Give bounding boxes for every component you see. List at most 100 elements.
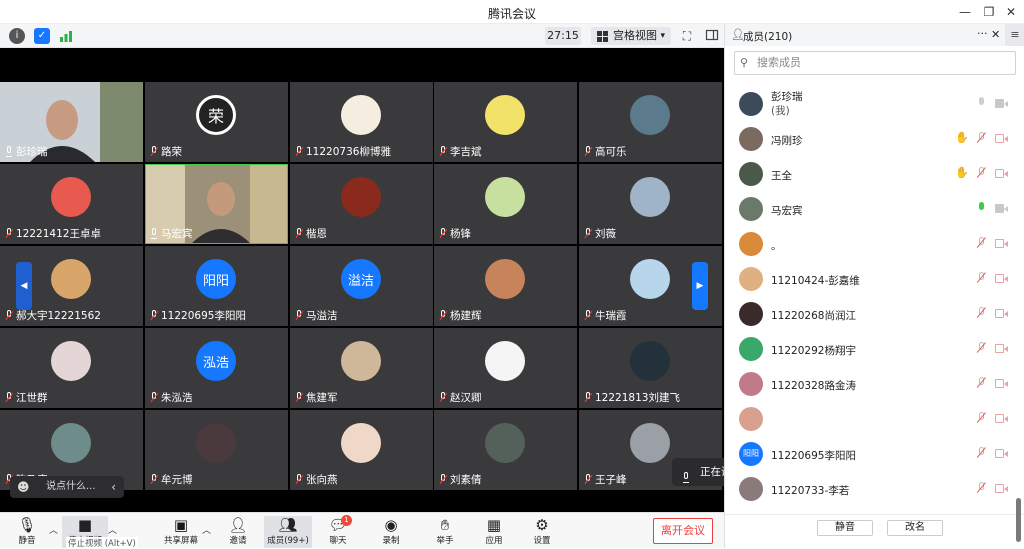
video-options-chevron[interactable]: ︿ [108,523,117,536]
raised-hand-icon: ✋ [955,166,969,179]
mute-button[interactable]: 🎙︎ 静音 [5,516,49,548]
microphone-muted-icon[interactable] [977,447,986,460]
microphone-muted-icon[interactable] [977,132,986,145]
participant-avatar [341,341,381,381]
microphone-muted-icon[interactable] [977,237,986,250]
microphone-muted-icon[interactable] [977,377,986,390]
participant-tile[interactable]: 阳阳 11220695李阳阳 [145,246,288,326]
participant-tile[interactable]: 12221813刘建飞 [579,328,722,408]
participant-tile[interactable]: 赵汉卿 [434,328,577,408]
collapse-chat-icon[interactable]: ‹ [111,476,116,498]
leave-meeting-button[interactable]: 离开会议 [653,518,713,544]
emoji-icon[interactable]: ☻ [17,476,30,498]
info-icon[interactable]: i [9,28,25,44]
microphone-muted-icon[interactable] [977,272,986,285]
camera-off-icon[interactable] [995,274,1009,283]
member-search-input[interactable]: ⚲ 搜索成员 [734,51,1016,75]
participant-tile[interactable]: 11220736柳博雅 [290,82,433,162]
share-options-chevron[interactable]: ︿ [202,523,211,536]
participant-tile[interactable]: 楷恩 [290,164,433,244]
camera-off-icon[interactable] [995,379,1009,388]
close-panel-icon[interactable]: ✕ [991,28,1000,41]
microphone-icon[interactable] [977,202,986,215]
microphone-muted-icon[interactable] [977,342,986,355]
restore-button[interactable]: ❐ [980,3,998,21]
camera-icon[interactable] [995,99,1009,108]
member-list-scrollbar[interactable] [1016,498,1021,542]
participant-name: 12221813刘建飞 [584,390,680,405]
apps-button[interactable]: ▦ 应用 [472,516,516,548]
member-name-text: 11220733-李若 [771,485,850,497]
camera-off-icon[interactable] [995,309,1009,318]
microphone-muted-icon[interactable] [977,167,986,180]
previous-page-button[interactable]: ◀ [16,262,32,310]
rename-button[interactable]: 改名 [887,520,943,536]
participant-tile[interactable]: 12221412王卓卓 [0,164,143,244]
participant-tile[interactable]: 牟元博 [145,410,288,490]
camera-icon[interactable] [995,204,1009,213]
microphone-muted-icon[interactable] [977,307,986,320]
camera-off-icon[interactable] [995,239,1009,248]
member-list-item[interactable] [725,402,1015,437]
record-button[interactable]: ◉ 录制 [369,516,413,548]
member-name-text: 马宏宾 [771,205,803,217]
participant-tile[interactable]: 杨建辉 [434,246,577,326]
mute-all-button[interactable]: 静音 [817,520,873,536]
member-list-item[interactable]: 11220328路金涛 [725,367,1015,402]
invite-button[interactable]: 👤︎ 邀请 [216,516,260,548]
minimize-button[interactable]: — [956,3,974,21]
members-button[interactable]: 👥︎ 成员(99+) [264,516,312,548]
share-screen-button[interactable]: ▣ 共享屏幕 [159,516,203,548]
member-list-item[interactable]: 马宏宾 [725,192,1015,227]
participant-tile[interactable]: 李吉斌 [434,82,577,162]
member-list-item[interactable]: 阳阳 11220695李阳阳 [725,437,1015,472]
participant-tile[interactable]: 马宏宾 [145,164,288,244]
raise-hand-button[interactable]: ✋︎ 举手 [423,516,467,548]
panel-menu-icon[interactable]: ≡ [1005,24,1024,46]
camera-off-icon[interactable] [995,414,1009,423]
camera-off-icon[interactable] [995,449,1009,458]
participant-tile[interactable]: 高可乐 [579,82,722,162]
microphone-icon[interactable] [977,97,986,110]
mute-options-chevron[interactable]: ︿ [49,523,58,536]
camera-off-icon[interactable] [995,344,1009,353]
chat-button[interactable]: 💬︎ 聊天 1 [316,515,360,548]
settings-button[interactable]: ⚙ 设置 [520,516,564,548]
layout-view-dropdown[interactable]: 宫格视图 ▾ [591,27,671,45]
sidebar-toggle-icon[interactable] [704,28,720,44]
close-window-button[interactable]: ✕ [1002,3,1020,21]
participant-avatar: 泓浩 [196,341,236,381]
member-list-item[interactable]: 11210424-彭嘉维 [725,262,1015,297]
member-list-item[interactable]: 11220733-李若 [725,472,1015,503]
camera-off-icon[interactable] [995,169,1009,178]
participant-tile[interactable]: 彭珍瑞 [0,82,143,162]
microphone-muted-icon[interactable] [977,482,986,495]
member-list-item[interactable]: 11220292杨翔宇 [725,332,1015,367]
camera-off-icon[interactable] [995,134,1009,143]
participant-tile[interactable]: 张向燕 [290,410,433,490]
participant-tile[interactable]: 刘薇 [579,164,722,244]
security-shield-icon[interactable]: ✓ [34,28,50,44]
next-page-button[interactable]: ▶ [692,262,708,310]
microphone-muted-icon[interactable] [977,412,986,425]
fullscreen-icon[interactable]: ⛶ [679,28,695,44]
member-list-item[interactable]: 彭珍瑞 (我) [725,87,1015,122]
participant-tile[interactable]: 泓浩 朱泓浩 [145,328,288,408]
member-status-icons [955,307,1015,321]
member-list-item[interactable]: 11220268尚润江 [725,297,1015,332]
member-status-icons: ✋ [955,167,1015,181]
participant-tile[interactable]: 焦建军 [290,328,433,408]
member-list-item[interactable]: 。 [725,227,1015,262]
member-name: 11220733-李若 [771,483,849,498]
quick-chat-input[interactable]: ☻ 说点什么... ‹ [10,476,124,498]
more-options-icon[interactable]: ··· [977,27,988,40]
member-list-item[interactable]: 王全 ✋ [725,157,1015,192]
signal-strength-icon[interactable] [58,28,74,44]
participant-tile[interactable]: 荣路荣 [145,82,288,162]
member-list-item[interactable]: 冯刚珍 ✋ [725,122,1015,157]
participant-tile[interactable]: 杨锋 [434,164,577,244]
participant-tile[interactable]: 刘素倩 [434,410,577,490]
camera-off-icon[interactable] [995,484,1009,493]
participant-tile[interactable]: 江世群 [0,328,143,408]
participant-tile[interactable]: 溢洁 马溢洁 [290,246,433,326]
